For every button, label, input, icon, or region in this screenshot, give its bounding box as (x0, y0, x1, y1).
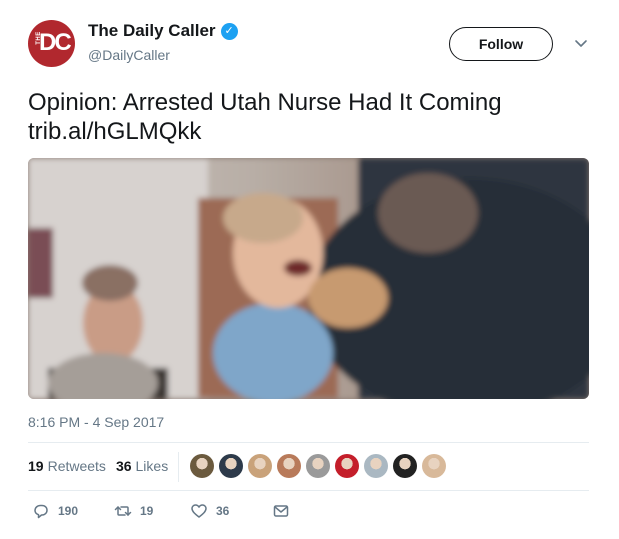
avatar-text-dc: DC (39, 29, 72, 56)
retweets-count: 19 (28, 458, 44, 474)
verified-badge-icon: ✓ (220, 22, 238, 40)
account-handle[interactable]: @DailyCaller (88, 47, 170, 63)
reply-count: 190 (58, 504, 79, 518)
likes-count: 36 (115, 458, 132, 474)
display-name[interactable]: The Daily Caller (88, 21, 216, 41)
liker-avatar[interactable] (219, 454, 243, 478)
tweet-stats: 19 Retweets 36 Likes (28, 458, 168, 474)
retweet-action[interactable]: 19 (114, 502, 153, 520)
direct-message-action[interactable] (272, 502, 290, 520)
tweet-headline: Opinion: Arrested Utah Nurse Had It Comi… (28, 89, 502, 116)
retweet-count: 19 (140, 504, 154, 518)
liker-avatar[interactable] (248, 454, 272, 478)
like-count: 36 (216, 504, 230, 518)
chevron-down-icon[interactable] (573, 35, 589, 51)
likes-stat[interactable]: 36 Likes (116, 458, 168, 474)
liker-avatar[interactable] (306, 454, 330, 478)
media-photo-image (28, 158, 589, 399)
retweets-stat[interactable]: 19 Retweets (28, 458, 106, 474)
stats-separator (178, 452, 179, 482)
liker-avatar[interactable] (335, 454, 359, 478)
liker-avatar[interactable] (190, 454, 214, 478)
tweet-media-photo[interactable] (28, 158, 589, 399)
divider-top (28, 442, 589, 443)
tweet-timestamp[interactable]: 8:16 PM - 4 Sep 2017 (28, 414, 164, 430)
tweet-header: THE DC The Daily Caller ✓ @DailyCaller F… (28, 17, 594, 73)
heart-icon (191, 504, 207, 518)
tweet-link[interactable]: trib.al/hGLMQkk (28, 117, 594, 146)
liker-avatar[interactable] (364, 454, 388, 478)
liker-avatar[interactable] (277, 454, 301, 478)
retweet-icon (114, 506, 132, 516)
likes-label: Likes (135, 458, 169, 474)
account-avatar[interactable]: THE DC (28, 20, 75, 67)
tweet-actions: 190 19 36 (28, 502, 328, 526)
liker-avatar[interactable] (422, 454, 446, 478)
reply-action[interactable]: 190 (32, 502, 78, 520)
retweets-label: Retweets (47, 458, 106, 474)
like-action[interactable]: 36 (190, 502, 229, 520)
tweet-text: Opinion: Arrested Utah Nurse Had It Comi… (28, 88, 594, 146)
divider-bottom (28, 490, 589, 491)
liker-avatars (190, 454, 451, 478)
envelope-icon (273, 505, 289, 517)
reply-icon (34, 504, 48, 519)
follow-button[interactable]: Follow (449, 27, 553, 61)
liker-avatar[interactable] (393, 454, 417, 478)
name-row: The Daily Caller ✓ (88, 21, 238, 41)
